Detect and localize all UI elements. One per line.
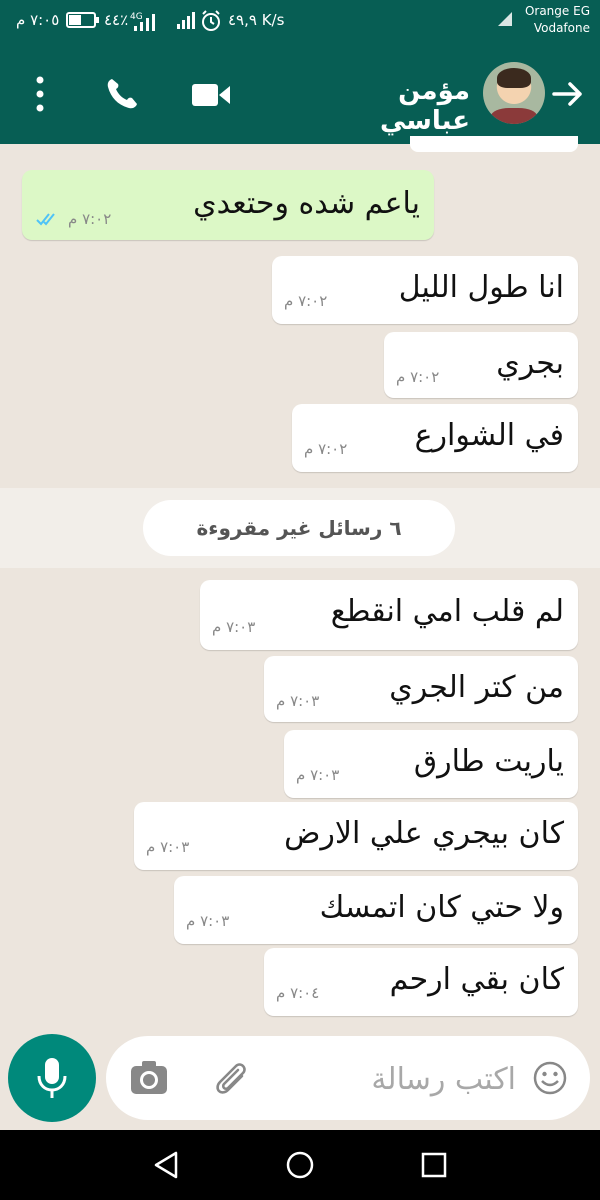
message-bubble[interactable]: انا طول الليل ٧:٠٢ م: [272, 256, 578, 324]
phone-icon[interactable]: [104, 76, 140, 112]
voice-record-button[interactable]: [8, 1034, 96, 1122]
network-speed: ٤٩,٩ K/s: [228, 11, 285, 29]
message-bubble[interactable]: بجري ٧:٠٢ م: [384, 332, 578, 398]
alarm-icon: [202, 10, 220, 31]
message-text: لم قلب امي انقطع: [330, 594, 564, 629]
paperclip-icon[interactable]: [210, 1058, 250, 1098]
message-bubble[interactable]: ياريت طارق ٧:٠٣ م: [284, 730, 578, 798]
cell-signal-icon: [177, 12, 195, 29]
message-text: من كتر الجري: [389, 670, 564, 705]
message-text: كان بيجري علي الارض: [284, 816, 564, 851]
message-text: انا طول الليل: [398, 270, 564, 305]
previous-message-bubble: [410, 136, 578, 152]
message-text: ولا حتي كان اتمسك: [319, 890, 564, 925]
message-time: ٧:٠٣ م: [212, 618, 256, 636]
message-bubble[interactable]: كان بقي ارحم ٧:٠٤ م: [264, 948, 578, 1016]
message-text: في الشوارع: [414, 418, 564, 453]
message-time: ٧:٠٢ م: [284, 292, 328, 310]
status-time: ٧:٠٥ م: [16, 11, 60, 29]
nav-back-icon[interactable]: [150, 1148, 184, 1182]
message-time: ٧:٠٣ م: [296, 766, 340, 784]
message-time: ٧:٠٢ م: [396, 368, 440, 386]
more-options-icon[interactable]: [32, 74, 48, 114]
nav-recent-apps-icon[interactable]: [417, 1148, 451, 1182]
contact-name[interactable]: مؤمن عباسي: [300, 76, 470, 136]
avatar[interactable]: [483, 62, 545, 124]
carrier-2: Vodafone: [533, 21, 590, 35]
chat-header: مؤمن عباسي: [0, 42, 600, 144]
back-arrow-icon[interactable]: [550, 76, 586, 112]
emoji-icon[interactable]: [532, 1060, 568, 1096]
message-time: ٧:٠٣ م: [146, 838, 190, 856]
cell-signal-4g-icon: 4G: [130, 12, 155, 31]
carrier-names: Orange EG Vodafone: [500, 3, 590, 37]
chat-area[interactable]: ياعم شده وحتعدي ٧:٠٢ م انا طول الليل ٧:٠…: [0, 136, 600, 1130]
system-nav-bar: [0, 1130, 600, 1200]
message-time: ٧:٠٣ م: [276, 692, 320, 710]
battery-icon: [66, 12, 99, 28]
message-bubble[interactable]: من كتر الجري ٧:٠٣ م: [264, 656, 578, 722]
composer-bar: [0, 1030, 600, 1130]
svg-text:4G: 4G: [130, 12, 143, 22]
message-text: ياريت طارق: [413, 744, 564, 779]
read-ticks-icon: [36, 213, 55, 226]
message-bubble[interactable]: لم قلب امي انقطع ٧:٠٣ م: [200, 580, 578, 650]
carrier-1: Orange EG: [524, 4, 590, 18]
message-bubble[interactable]: كان بيجري علي الارض ٧:٠٣ م: [134, 802, 578, 870]
composer-field[interactable]: [106, 1036, 590, 1120]
message-bubble[interactable]: في الشوارع ٧:٠٢ م: [292, 404, 578, 472]
camera-icon[interactable]: [128, 1058, 170, 1098]
message-bubble[interactable]: ولا حتي كان اتمسك ٧:٠٣ م: [174, 876, 578, 944]
battery-percent: ٤٤٪: [104, 11, 129, 29]
message-time: ٧:٠٢ م: [68, 210, 112, 228]
message-time: ٧:٠٤ م: [276, 984, 320, 1002]
message-text: كان بقي ارحم: [389, 962, 564, 997]
message-time: ٧:٠٣ م: [186, 912, 230, 930]
status-bar: Orange EG Vodafone ٤٩,٩ K/s 4G ٤٤٪ ٧:٠٥ …: [0, 0, 600, 42]
message-text: بجري: [496, 346, 564, 381]
unread-count-label: ٦ رسائل غير مقروءة: [143, 500, 455, 556]
video-call-icon[interactable]: [190, 80, 232, 110]
nav-home-icon[interactable]: [283, 1148, 317, 1182]
signal-icon: [498, 12, 512, 26]
unread-messages-separator: ٦ رسائل غير مقروءة: [0, 488, 600, 568]
message-text: ياعم شده وحتعدي: [193, 186, 420, 221]
message-bubble-outgoing[interactable]: ياعم شده وحتعدي ٧:٠٢ م: [22, 170, 434, 240]
message-time: ٧:٠٢ م: [304, 440, 348, 458]
microphone-icon: [37, 1058, 67, 1098]
message-input[interactable]: [266, 1056, 518, 1102]
